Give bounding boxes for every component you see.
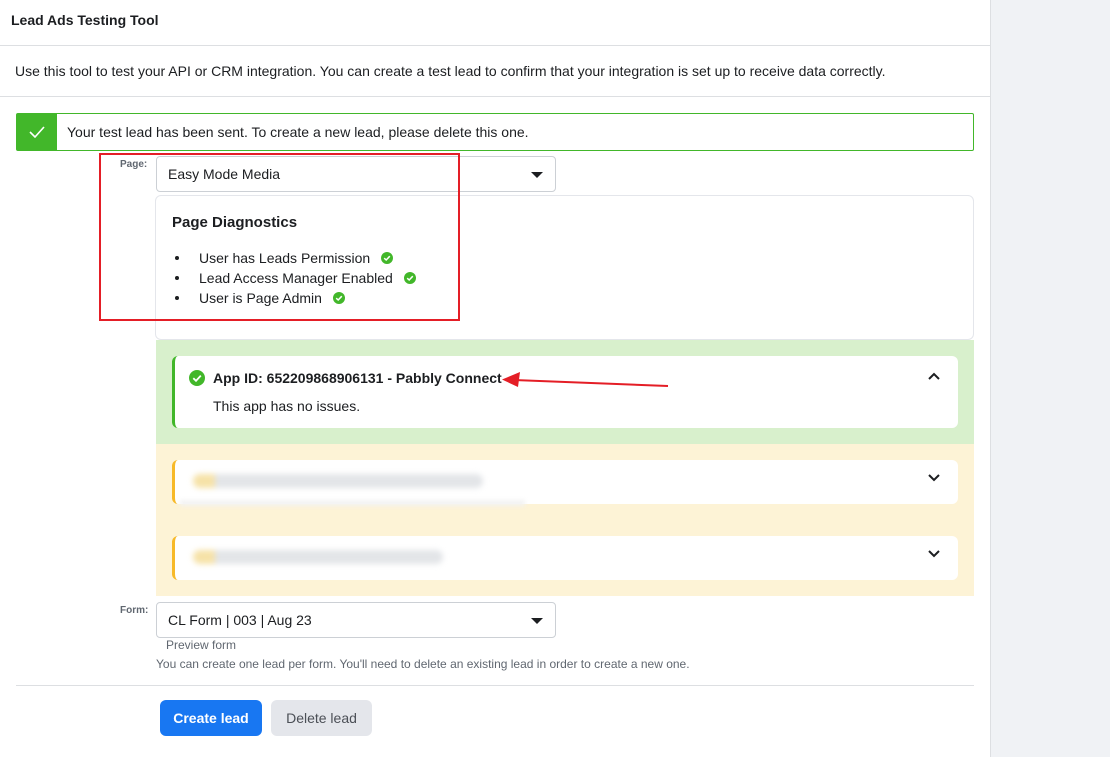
app-card-ok[interactable]: App ID: 652209868906131 - Pabbly Connect…: [172, 356, 958, 428]
preview-form-link[interactable]: Preview form: [166, 638, 236, 652]
check-icon: [17, 114, 57, 150]
redacted-area: [180, 500, 525, 506]
form-note: You can create one lead per form. You'll…: [156, 657, 690, 671]
form-select[interactable]: CL Form | 003 | Aug 23: [156, 602, 556, 638]
form-label: Form:: [120, 605, 149, 616]
create-lead-button[interactable]: Create lead: [160, 700, 262, 736]
app-status: This app has no issues.: [213, 398, 361, 414]
app-title: App ID: 652209868906131 - Pabbly Connect: [213, 370, 502, 386]
chevron-down-icon[interactable]: [928, 550, 940, 558]
success-banner: Your test lead has been sent. To create …: [16, 113, 974, 151]
success-message: Your test lead has been sent. To create …: [67, 124, 529, 140]
redacted-app-title: [193, 474, 483, 488]
redacted-app-title: [193, 550, 443, 564]
app-card-warning[interactable]: [172, 460, 958, 504]
chevron-up-icon[interactable]: [928, 372, 940, 380]
delete-lead-button[interactable]: Delete lead: [271, 700, 372, 736]
caret-down-icon: [531, 172, 543, 178]
app-card-warning[interactable]: [172, 536, 958, 580]
annotation-arrow-icon: [502, 372, 669, 387]
side-panel: [990, 0, 1110, 757]
divider: [16, 685, 974, 686]
page-title: Lead Ads Testing Tool: [11, 12, 159, 28]
main-panel: Lead Ads Testing Tool Use this tool to t…: [0, 0, 990, 757]
annotation-highlight-box: [99, 153, 460, 321]
caret-down-icon: [531, 618, 543, 624]
check-circle-icon: [189, 370, 205, 386]
divider: [0, 45, 990, 46]
chevron-down-icon[interactable]: [928, 474, 940, 482]
intro-text: Use this tool to test your API or CRM in…: [15, 63, 886, 79]
form-select-value: CL Form | 003 | Aug 23: [168, 612, 312, 628]
divider: [0, 96, 990, 97]
